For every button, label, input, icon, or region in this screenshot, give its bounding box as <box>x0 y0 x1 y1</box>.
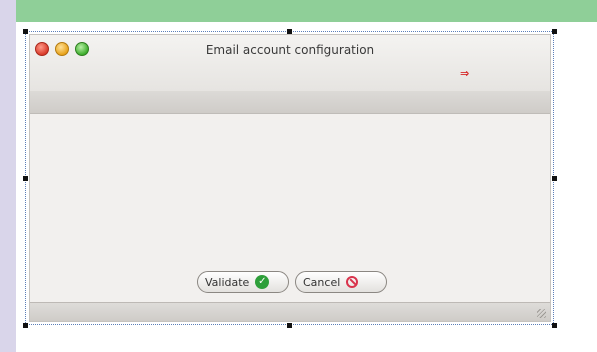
selection-handle-bottom-middle[interactable] <box>287 323 292 328</box>
cancel-button-label: Cancel <box>303 275 341 289</box>
cancel-button[interactable]: Cancel <box>295 271 387 293</box>
status-bar <box>30 302 550 321</box>
right-background-area <box>560 22 597 352</box>
title-bar: Email account configuration ⇒ <box>30 35 550 92</box>
validate-button[interactable]: Validate ✓ <box>197 271 289 293</box>
selection-handle-middle-left[interactable] <box>23 176 28 181</box>
no-entry-icon <box>346 276 359 288</box>
arrow-right-icon[interactable]: ⇒ <box>460 67 469 80</box>
selection-handle-top-left[interactable] <box>23 29 28 34</box>
window-content <box>30 114 550 304</box>
selection-handle-bottom-right[interactable] <box>552 323 557 328</box>
window-title: Email account configuration <box>205 43 375 57</box>
top-background-band <box>0 0 597 22</box>
toolbar <box>30 91 550 114</box>
selection-handle-middle-right[interactable] <box>552 176 557 181</box>
left-background-band <box>0 0 16 352</box>
selection-handle-top-right[interactable] <box>552 29 557 34</box>
resize-grip-icon[interactable] <box>537 309 546 318</box>
selection-handle-bottom-left[interactable] <box>23 323 28 328</box>
email-config-window: Email account configuration ⇒ Validate ✓… <box>29 34 551 322</box>
validate-button-label: Validate <box>205 275 250 289</box>
check-circle-icon: ✓ <box>255 275 270 289</box>
